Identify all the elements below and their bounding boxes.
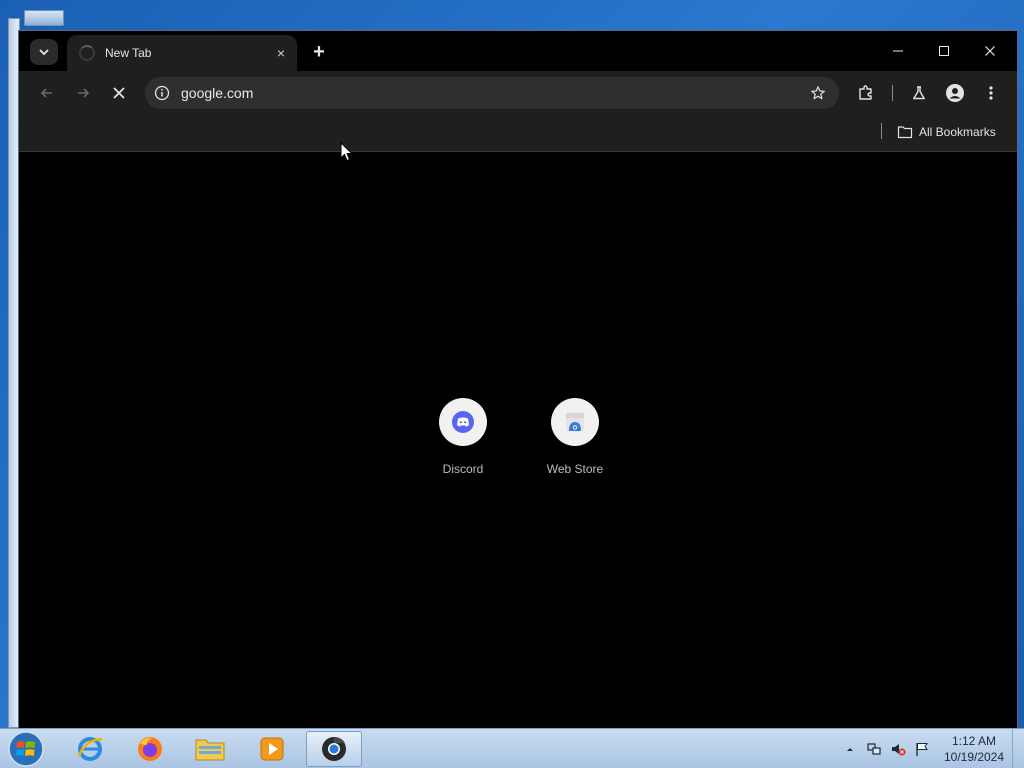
taskbar: 1:12 AM 10/19/2024 [0,728,1024,768]
windows-start-orb-icon [8,731,44,767]
shortcut-discord[interactable]: Discord [413,398,513,476]
start-button[interactable] [6,730,46,768]
tab-search-button[interactable] [30,39,58,65]
url-text[interactable]: google.com [181,85,253,101]
taskbar-media-player[interactable] [244,731,300,767]
chevron-up-icon [847,748,853,751]
show-desktop-button[interactable] [1012,729,1024,768]
minimize-icon [893,50,903,52]
volume-muted-icon[interactable] [890,741,906,757]
chevron-down-icon [39,49,49,56]
action-center-flag-icon[interactable] [914,741,930,757]
internet-explorer-icon [77,737,103,761]
network-icon[interactable] [866,741,882,757]
tab-title: New Tab [105,46,152,60]
taskbar-internet-explorer[interactable] [62,731,118,767]
discord-icon [452,411,474,433]
new-tab-page: Discord Web Store [19,152,1017,729]
arrow-left-icon [40,88,52,98]
shortcut-web-store[interactable]: Web Store [525,398,625,476]
shortcut-label: Discord [442,462,484,476]
close-icon [113,87,125,99]
stop-loading-button[interactable] [105,79,133,107]
plus-icon: + [313,40,325,63]
toolbar: google.com [19,71,1017,113]
system-tray: 1:12 AM 10/19/2024 [840,729,1024,768]
labs-flask-icon[interactable] [907,81,931,105]
shortcut-tile[interactable] [439,398,487,446]
desktop: New Tab × + google.com All Bookmarks Dis… [0,0,1024,768]
new-tab-button[interactable]: + [306,39,332,65]
forward-button[interactable] [69,79,97,107]
bookmark-star-icon[interactable] [809,84,827,102]
bookmarks-bar: All Bookmarks [19,113,1017,152]
shortcut-label: Web Store [546,462,604,476]
taskbar-firefox[interactable] [122,731,178,767]
media-player-icon [260,737,284,761]
arrow-right-icon [78,88,90,98]
maximize-icon [939,46,949,56]
tab-new-tab[interactable]: New Tab × [67,35,297,71]
loading-spinner-icon [79,45,95,61]
folder-icon [195,739,225,761]
clock[interactable]: 1:12 AM 10/19/2024 [940,733,1008,765]
mouse-cursor-icon [340,142,354,162]
all-bookmarks-button[interactable]: All Bookmarks [897,122,996,142]
desktop-icon[interactable] [24,10,64,26]
chrome-icon [322,736,346,761]
minimize-button[interactable] [875,35,921,67]
close-icon [985,46,995,56]
tab-close-button[interactable]: × [271,43,291,63]
folder-icon [897,126,913,139]
show-hidden-icons-button[interactable] [842,741,858,757]
site-info-icon[interactable] [153,84,171,102]
firefox-icon [138,737,162,761]
back-button[interactable] [33,79,61,107]
taskbar-file-explorer[interactable] [182,731,238,767]
extensions-icon[interactable] [854,81,878,105]
clock-time: 1:12 AM [951,734,997,748]
tab-strip: New Tab × + [19,31,1017,71]
bookmarks-separator [881,123,882,139]
web-store-icon [566,413,584,431]
profile-avatar-icon[interactable] [943,81,967,105]
close-window-button[interactable] [967,35,1013,67]
shortcut-tile[interactable] [551,398,599,446]
toolbar-separator [892,85,893,101]
chrome-window: New Tab × + google.com All Bookmarks Dis… [18,30,1018,730]
maximize-button[interactable] [921,35,967,67]
close-icon: × [276,45,286,61]
more-menu-icon[interactable] [979,81,1003,105]
all-bookmarks-label: All Bookmarks [919,125,996,139]
omnibox[interactable]: google.com [145,77,839,109]
taskbar-chrome[interactable] [306,731,362,767]
clock-date: 10/19/2024 [943,750,1005,764]
